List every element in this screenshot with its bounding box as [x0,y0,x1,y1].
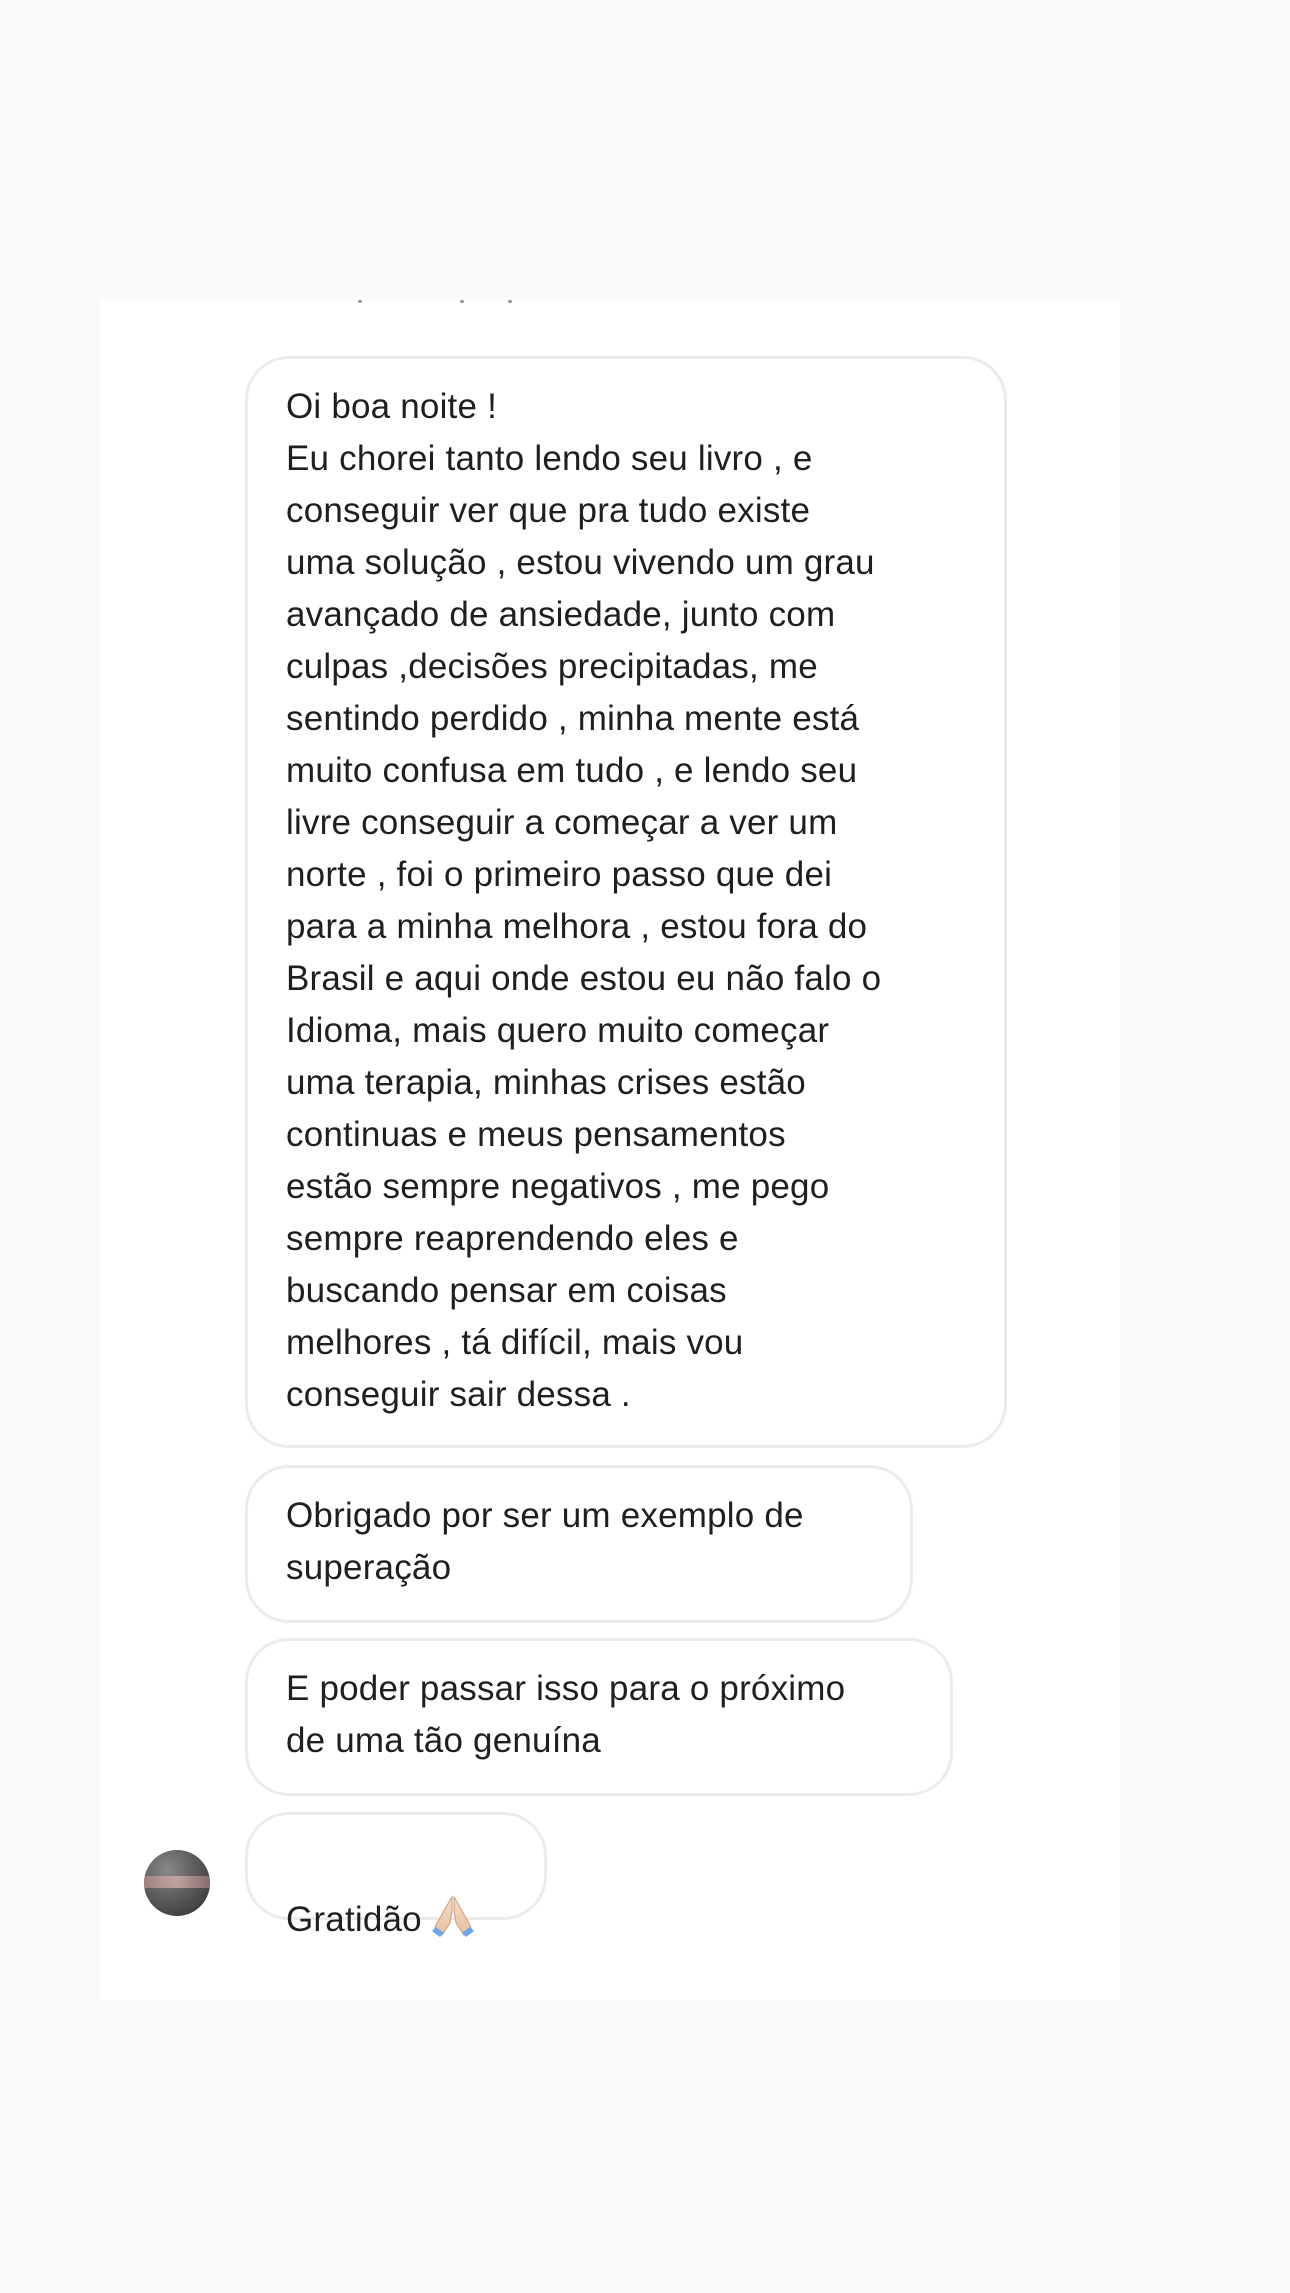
message-bubble[interactable]: Obrigado por ser um exemplo de superação [245,1465,913,1623]
top-separator [100,300,1120,320]
chat-thread: Oi boa noite ! Eu chorei tanto lendo seu… [100,300,1120,2000]
avatar[interactable] [144,1850,210,1916]
message-bubble[interactable]: E poder passar isso para o próximo de um… [245,1638,953,1796]
folded-hands-emoji [431,1895,474,1937]
message-bubble[interactable]: Gratidão [245,1812,547,1939]
message-text: Gratidão [286,1900,422,1939]
message-bubble[interactable]: Oi boa noite ! Eu chorei tanto lendo seu… [245,356,1007,1448]
